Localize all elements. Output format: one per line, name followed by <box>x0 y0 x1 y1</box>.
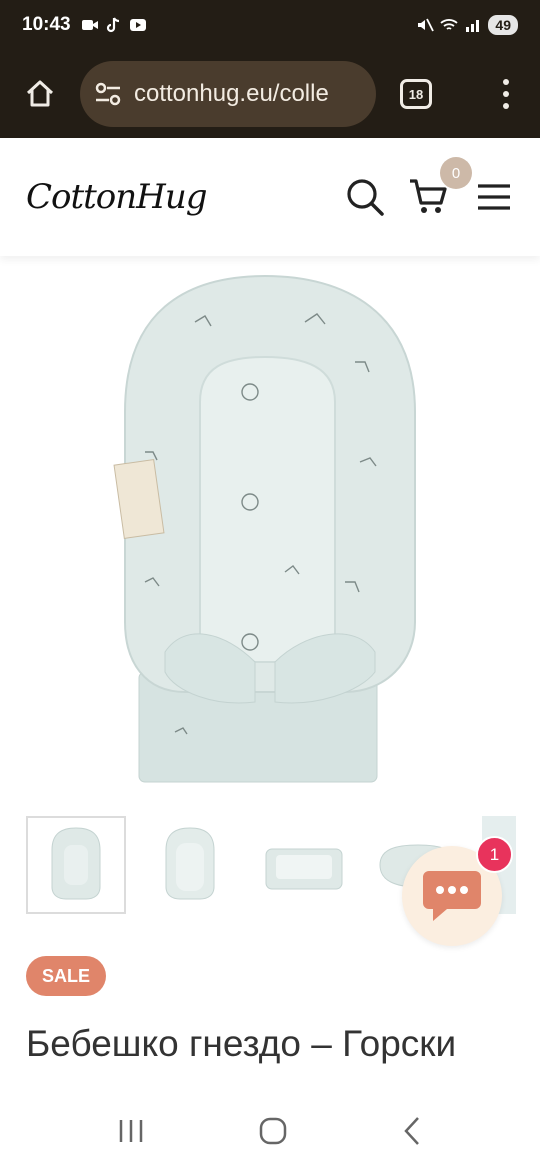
thumbnail-2[interactable] <box>140 816 240 914</box>
chat-bubble-icon <box>423 871 481 921</box>
home-nav-icon[interactable] <box>257 1115 289 1147</box>
notification-icons <box>81 17 147 33</box>
baby-nest-image <box>113 274 416 783</box>
site-settings-icon <box>95 82 121 106</box>
header-actions: 0 <box>344 157 514 219</box>
status-bar: 10:43 49 <box>0 0 540 50</box>
tiktok-icon <box>106 17 119 33</box>
signal-icon <box>466 20 480 32</box>
sale-badge: SALE <box>26 956 107 996</box>
home-icon <box>26 80 54 107</box>
home-button[interactable] <box>18 72 62 116</box>
thumbnail-3[interactable] <box>254 816 354 914</box>
youtube-icon <box>129 19 146 31</box>
recent-apps-icon[interactable] <box>116 1117 146 1145</box>
site-logo[interactable]: CottonHug <box>26 177 207 217</box>
video-call-icon <box>81 20 98 30</box>
tab-switcher-button[interactable]: 18 <box>400 79 432 109</box>
mute-icon <box>418 18 435 32</box>
site-header: CottonHug 0 <box>0 138 540 256</box>
address-bar[interactable]: cottonhug.eu/colle <box>80 61 376 127</box>
battery-indicator: 49 <box>488 15 518 35</box>
cart-count-badge: 0 <box>440 157 472 189</box>
browser-menu-button[interactable] <box>496 72 516 116</box>
product-title: Бебешко гнездо – Горски животни <box>26 1023 457 1080</box>
product-main-image[interactable] <box>0 262 540 802</box>
hamburger-menu-icon[interactable] <box>474 180 514 214</box>
status-time: 10:43 <box>22 14 71 35</box>
cart-button[interactable]: 0 <box>408 157 472 219</box>
thumbnail-1[interactable] <box>26 816 126 914</box>
system-icons: 49 <box>416 15 518 35</box>
back-icon[interactable] <box>400 1115 424 1147</box>
chat-notification-badge: 1 <box>476 836 513 873</box>
system-nav-bar <box>0 1092 540 1170</box>
search-icon[interactable] <box>344 176 386 218</box>
wifi-icon <box>440 19 459 30</box>
url-text: cottonhug.eu/colle <box>134 80 329 107</box>
browser-toolbar: cottonhug.eu/colle 18 <box>0 50 540 138</box>
